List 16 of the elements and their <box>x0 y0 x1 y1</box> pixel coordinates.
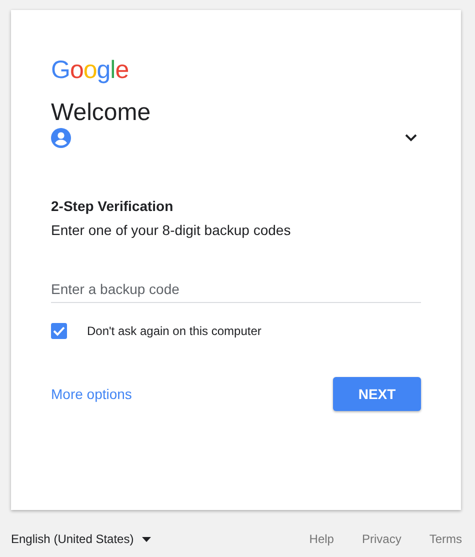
backup-code-field[interactable]: Enter a backup code <box>51 281 421 303</box>
instruction-text: Enter one of your 8-digit backup codes <box>51 222 291 238</box>
footer-link[interactable]: Terms <box>429 532 462 546</box>
google-logo: Google <box>51 56 129 84</box>
footer-link[interactable]: Help <box>309 532 334 546</box>
remember-label: Don't ask again on this computer <box>87 324 262 338</box>
section-title: 2-Step Verification <box>51 198 174 214</box>
caret-icon <box>142 536 151 542</box>
remember-checkbox[interactable] <box>51 323 67 339</box>
next-button[interactable]: NEXT <box>333 377 421 411</box>
chevron-down-icon[interactable] <box>405 134 417 142</box>
account-icon <box>51 128 71 148</box>
language-selector[interactable]: English (United States) <box>11 532 151 546</box>
footer-link[interactable]: Privacy <box>362 532 402 546</box>
welcome-heading: Welcome <box>51 98 151 128</box>
more-options-link[interactable]: More options <box>51 386 132 402</box>
